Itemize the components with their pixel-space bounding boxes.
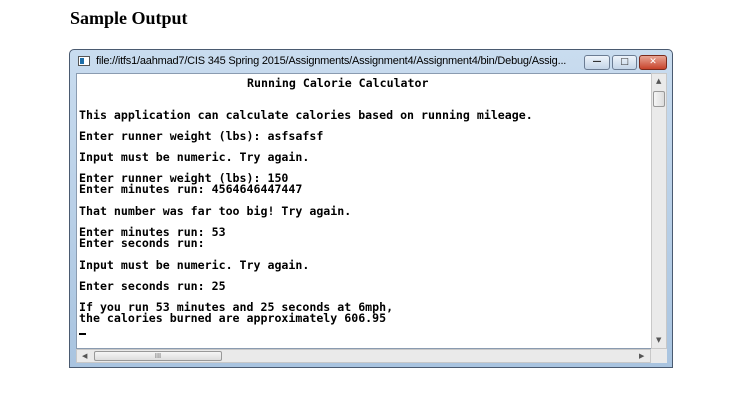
console-line: Enter seconds run: [79, 236, 205, 250]
console-line: This application can calculate calories … [79, 108, 533, 122]
console-window: file://itfs1/aahmad7/CIS 345 Spring 2015… [69, 49, 673, 368]
console-line: the calories burned are approximately 60… [79, 311, 387, 325]
vertical-scrollbar[interactable]: ▲ ▼ [651, 73, 667, 349]
scroll-left-arrow-icon[interactable]: ◀ [82, 352, 87, 360]
page-heading: Sample Output [70, 8, 188, 28]
console-line: Input must be numeric. Try again. [79, 150, 310, 164]
console-line: That number was far too big! Try again. [79, 204, 352, 218]
scroll-up-arrow-icon[interactable]: ▲ [656, 77, 661, 85]
console-line: Enter minutes run: 4564646447447 [79, 182, 303, 196]
console-line: Enter seconds run: 25 [79, 279, 226, 293]
console-app-icon[interactable] [78, 56, 90, 66]
console-line: Enter runner weight (lbs): asfsafsf [79, 129, 324, 143]
console-line: Input must be numeric. Try again. [79, 258, 310, 272]
close-button[interactable]: ✕ [639, 55, 667, 70]
title-bar[interactable]: file://itfs1/aahmad7/CIS 345 Spring 2015… [70, 50, 672, 73]
minimize-button[interactable]: — [584, 55, 610, 70]
vertical-scroll-thumb[interactable] [653, 91, 665, 107]
horizontal-scroll-thumb[interactable]: III [94, 351, 222, 361]
scroll-down-arrow-icon[interactable]: ▼ [656, 336, 661, 344]
scroll-right-arrow-icon[interactable]: ▶ [639, 352, 644, 360]
console-output[interactable]: Running Calorie Calculator This applicat… [76, 73, 651, 349]
resize-grip[interactable] [651, 349, 667, 363]
console-header: Running Calorie Calculator [247, 76, 429, 90]
maximize-button[interactable]: □ [612, 55, 637, 70]
window-title: file://itfs1/aahmad7/CIS 345 Spring 2015… [96, 55, 567, 67]
text-cursor [79, 333, 86, 335]
horizontal-scrollbar[interactable]: ◀ III ▶ [76, 349, 651, 363]
